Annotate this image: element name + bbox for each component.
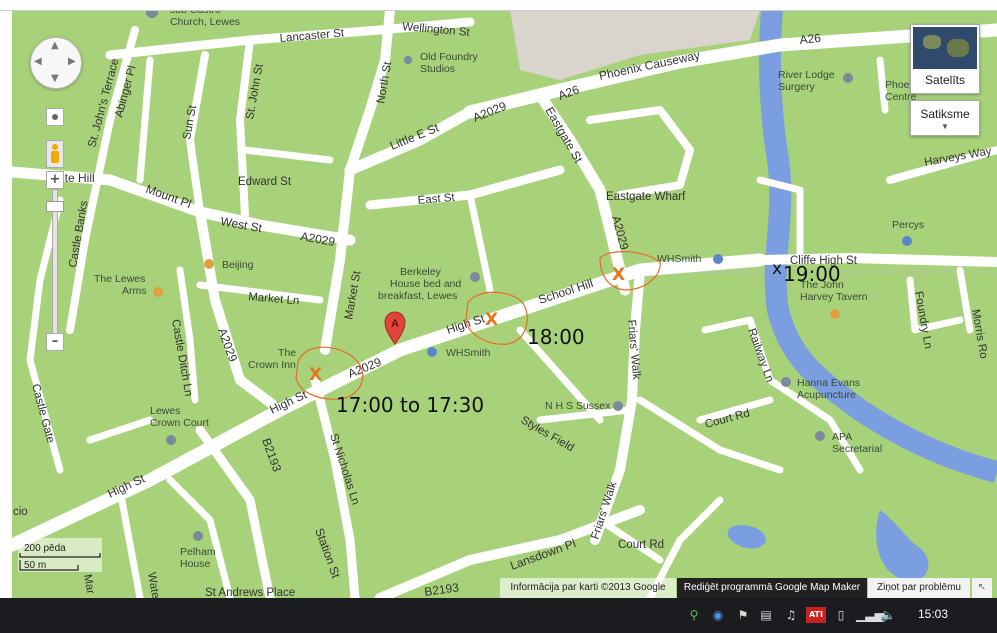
- annotation-x: X: [612, 265, 625, 285]
- pan-up-icon[interactable]: ▲: [51, 40, 59, 51]
- media-icon[interactable]: ♫: [783, 607, 799, 623]
- power-icon[interactable]: ▯: [833, 607, 849, 623]
- road-label: cio: [13, 506, 28, 518]
- annotation-x: X: [309, 365, 322, 385]
- scale-metres: 50 m: [24, 560, 46, 571]
- pan-control[interactable]: ▲ ▼ ◀ ▶: [30, 37, 82, 89]
- volume-icon[interactable]: 🔈: [880, 607, 896, 623]
- ati-icon[interactable]: ATI: [806, 607, 826, 623]
- reset-view-button[interactable]: [46, 108, 64, 126]
- zoom-slider-handle[interactable]: [46, 201, 64, 212]
- poi-nhs-sussex: N H S Sussex: [545, 400, 611, 412]
- traffic-button[interactable]: Satiksme ▼: [910, 100, 980, 136]
- scale-bar: 200 pēda 50 m: [18, 538, 102, 572]
- poi-whsmith-ne: WHSmith: [657, 253, 701, 265]
- top-margin: [0, 0, 997, 11]
- marker-label: A: [391, 318, 399, 330]
- map-info-link[interactable]: Informācija par karti ©2013 Google: [500, 578, 676, 598]
- annotation-time: 17:00 to 17:30: [336, 393, 484, 417]
- flag-icon[interactable]: ⚑: [735, 607, 751, 623]
- pan-right-icon[interactable]: ▶: [68, 56, 76, 67]
- expand-corner-icon[interactable]: ↖: [972, 578, 992, 598]
- signal-icon[interactable]: ▁▃▅: [856, 607, 884, 623]
- road-label: Edward St: [238, 176, 292, 188]
- taskbar-clock[interactable]: 15:03: [918, 607, 948, 621]
- globe-icon: [913, 27, 977, 69]
- annotation-x: x: [772, 259, 782, 279]
- scale-feet: 200 pēda: [24, 543, 66, 554]
- street-view-pegman[interactable]: [46, 140, 64, 168]
- poi-beijing: Beijing: [222, 259, 254, 271]
- annotation-x: X: [485, 310, 498, 330]
- report-problem-link[interactable]: Ziņot par problēmu: [868, 578, 970, 598]
- poi-hanna-evans: Hanna Evans Acupuncture: [797, 377, 860, 401]
- left-margin: [0, 0, 12, 598]
- poi-percys: Percys: [892, 219, 924, 231]
- annotation-time: 19:00: [783, 262, 841, 286]
- map-canvas[interactable]: A26 Phoenix Causeway A26 Lancaster St We…: [0, 0, 997, 633]
- pan-down-icon[interactable]: ▼: [51, 73, 59, 84]
- device-icon[interactable]: ▤: [758, 607, 774, 623]
- zoom-out-button[interactable]: –: [46, 333, 64, 351]
- pegman-icon: [52, 144, 58, 150]
- road-label: A26: [799, 31, 822, 47]
- taskbar: ⚲ ◉ ⚑ ▤ ♫ ATI ▯ ▁▃▅ 🔈 15:03: [0, 598, 997, 633]
- road-label: Eastgate Wharf: [606, 191, 686, 203]
- chevron-down-icon: ▼: [941, 122, 949, 131]
- reset-dot-icon: [52, 114, 58, 120]
- network-icon[interactable]: ⚲: [686, 607, 702, 623]
- map-maker-link[interactable]: Rediģēt programmā Google Map Maker: [677, 578, 867, 598]
- zoom-in-button[interactable]: +: [46, 171, 64, 189]
- poi-whsmith-high: WHSmith: [446, 347, 490, 359]
- road-label: ite Hill: [62, 171, 95, 185]
- traffic-label: Satiksme: [920, 107, 970, 121]
- satellite-button[interactable]: Satelīts: [910, 24, 980, 94]
- update-icon[interactable]: ◉: [710, 607, 726, 623]
- satellite-label: Satelīts: [924, 73, 966, 87]
- road-label: Court Rd: [618, 539, 664, 551]
- annotation-time: 18:00: [527, 325, 585, 349]
- pan-left-icon[interactable]: ◀: [34, 56, 42, 67]
